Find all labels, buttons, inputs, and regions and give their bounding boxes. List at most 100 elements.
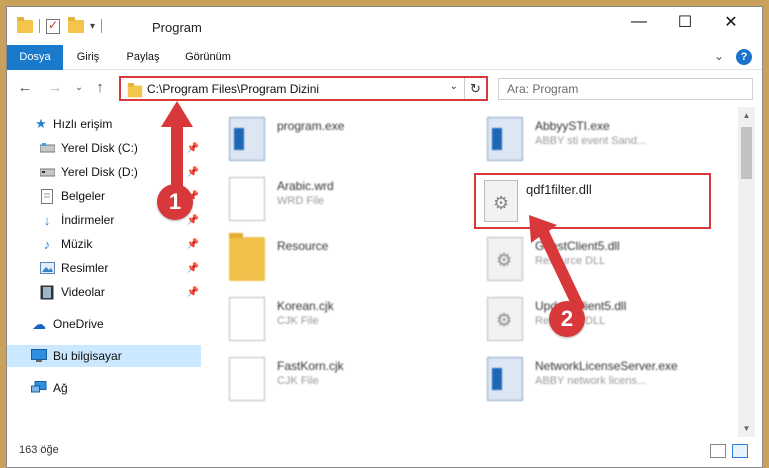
computer-icon: [31, 348, 47, 364]
dll-icon: [487, 297, 523, 341]
file-description: ABBY network licens...: [535, 375, 647, 387]
file-name: FastKorn.cjk: [277, 359, 344, 373]
file-description: CJK File: [277, 375, 319, 387]
large-icons-view-icon[interactable]: [732, 444, 748, 458]
tab-view[interactable]: Görünüm: [175, 45, 241, 70]
quick-access-toolbar: ▾: [17, 16, 108, 35]
documents-icon: [39, 188, 55, 204]
address-bar[interactable]: C:\Program Files\Program Dizini ⌄ ↻: [119, 76, 488, 101]
details-view-icon[interactable]: [710, 444, 726, 458]
up-button[interactable]: ↑: [90, 78, 110, 98]
sidebar-item-label: Müzik: [61, 237, 93, 251]
file-item[interactable]: Korean.cjk CJK File: [217, 291, 447, 345]
sidebar-item-label: Belgeler: [61, 189, 106, 203]
folder-icon: [127, 82, 143, 98]
pin-icon[interactable]: 📌: [187, 287, 199, 298]
star-icon: ★: [35, 116, 47, 131]
back-button[interactable]: ←: [15, 78, 35, 98]
status-bar: 163 öğe: [7, 439, 762, 463]
tab-file[interactable]: Dosya: [7, 45, 63, 70]
forward-button[interactable]: →: [45, 78, 65, 98]
recent-locations-dropdown[interactable]: ⌄: [69, 78, 89, 98]
minimize-button[interactable]: —: [616, 7, 662, 37]
sidebar-item-pictures[interactable]: Resimler 📌: [7, 257, 201, 279]
exe-icon: [229, 117, 265, 161]
sidebar-item-onedrive[interactable]: ☁ OneDrive: [7, 313, 201, 335]
file-item[interactable]: AbbyySTI.exe ABBY sti event Sand...: [475, 111, 705, 165]
maximize-button[interactable]: ☐: [662, 7, 708, 37]
new-folder-icon[interactable]: [68, 16, 84, 33]
dll-icon: [484, 180, 518, 222]
file-item[interactable]: Resource: [217, 231, 447, 285]
file-item[interactable]: Arabic.wrd WRD File: [217, 171, 447, 225]
file-description: ABBY sti event Sand...: [535, 135, 647, 147]
scroll-up-icon[interactable]: ▲: [738, 107, 755, 124]
search-input[interactable]: [499, 79, 752, 99]
file-item[interactable]: program.exe: [217, 111, 447, 165]
network-icon: [31, 380, 47, 396]
folder-icon: [229, 233, 265, 281]
file-name: AbbyySTI.exe: [535, 119, 610, 133]
pin-icon[interactable]: 📌: [187, 239, 199, 250]
chevron-down-icon[interactable]: ⌄: [450, 81, 458, 92]
file-icon: [229, 177, 265, 221]
file-name: Resource: [277, 239, 329, 253]
file-name: program.exe: [277, 119, 345, 133]
step-1-badge: 1: [157, 184, 193, 220]
refresh-button[interactable]: ↻: [464, 78, 486, 99]
file-item[interactable]: FastKorn.cjk CJK File: [217, 351, 447, 405]
download-icon: ↓: [43, 212, 51, 228]
sidebar-item-label: Videolar: [61, 285, 105, 299]
properties-icon[interactable]: [46, 18, 60, 34]
search-box[interactable]: [498, 78, 753, 100]
tab-home[interactable]: Giriş: [63, 45, 113, 70]
drive-icon: [39, 140, 55, 156]
tab-share[interactable]: Paylaş: [117, 45, 169, 70]
step-2-badge: 2: [549, 301, 585, 337]
separator: [101, 19, 103, 33]
vertical-scrollbar[interactable]: ▲ ▼: [738, 107, 755, 437]
file-description: WRD File: [277, 195, 325, 207]
exe-icon: [487, 357, 523, 401]
exe-icon: [487, 117, 523, 161]
dll-icon: [487, 237, 523, 281]
file-icon: [229, 297, 265, 341]
sidebar-item-network[interactable]: Ağ: [7, 377, 201, 399]
folder-icon[interactable]: [17, 16, 33, 33]
cloud-icon: ☁: [32, 315, 46, 332]
videos-icon: [39, 284, 55, 300]
explorer-window: ▾ Program — ☐ ✕ Dosya Giriş Paylaş Görün…: [6, 6, 763, 468]
sidebar-item-label: Ağ: [53, 381, 68, 395]
file-list: program.exe Arabic.wrd WRD File Resource…: [217, 107, 737, 437]
item-count: 163 öğe: [19, 444, 59, 456]
scroll-down-icon[interactable]: ▼: [738, 420, 755, 437]
scroll-thumb[interactable]: [741, 127, 752, 179]
sidebar-item-label: OneDrive: [53, 317, 104, 331]
ribbon-tabs: Dosya Giriş Paylaş Görünüm ⌄ ?: [7, 45, 762, 70]
close-button[interactable]: ✕: [708, 7, 754, 37]
sidebar-item-music[interactable]: ♪ Müzik 📌: [7, 233, 201, 255]
file-name: qdf1filter.dll: [526, 182, 592, 197]
file-description: CJK File: [277, 315, 319, 327]
customize-toolbar-icon[interactable]: ▾: [90, 21, 95, 32]
sidebar-item-label: Hızlı erişim: [53, 117, 113, 131]
pictures-icon: [39, 260, 55, 276]
sidebar-item-label: Resimler: [61, 261, 109, 275]
drive-icon: [39, 164, 55, 180]
help-icon[interactable]: ?: [736, 49, 752, 65]
sidebar-item-label: Bu bilgisayar: [53, 349, 122, 363]
title-bar: ▾ Program — ☐ ✕: [7, 7, 762, 45]
ribbon-collapse-icon[interactable]: ⌄: [714, 49, 724, 63]
pin-icon[interactable]: 📌: [187, 263, 199, 274]
sidebar-item-label: İndirmeler: [61, 213, 115, 227]
sidebar-item-label: Yerel Disk (D:): [61, 165, 138, 179]
sidebar-item-label: Yerel Disk (C:): [61, 141, 138, 155]
pin-icon[interactable]: 📌: [187, 215, 199, 226]
sidebar-item-this-pc[interactable]: Bu bilgisayar: [7, 345, 201, 367]
sidebar-item-videos[interactable]: Videolar 📌: [7, 281, 201, 303]
file-name: Korean.cjk: [277, 299, 334, 313]
file-item[interactable]: NetworkLicenseServer.exe ABBY network li…: [475, 351, 705, 405]
file-name: Arabic.wrd: [277, 179, 334, 193]
address-path[interactable]: C:\Program Files\Program Dizini: [147, 82, 319, 96]
music-icon: ♪: [43, 236, 51, 252]
